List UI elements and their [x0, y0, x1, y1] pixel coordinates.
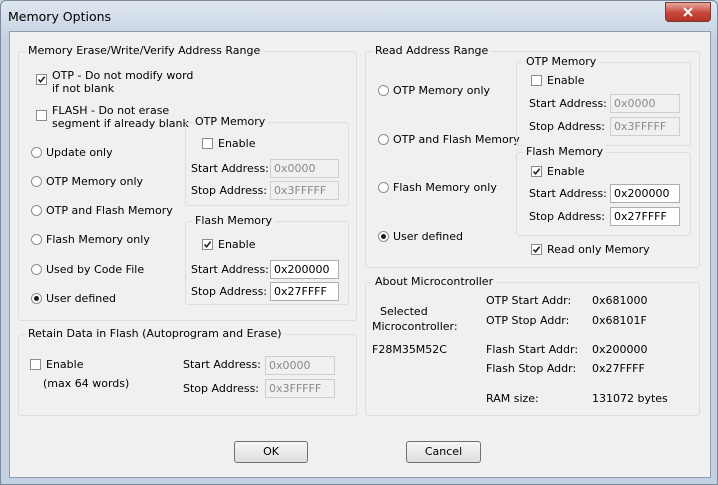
read-flash-enable-label: Enable: [547, 165, 585, 178]
checkmark-icon: [532, 246, 541, 254]
erase-flash-stop-field[interactable]: 0x27FFFF: [270, 282, 339, 301]
ram-size-value: 131072 bytes: [592, 392, 668, 405]
read-option-otp-flash-radio[interactable]: [378, 134, 389, 145]
checkmark-icon: [37, 76, 46, 84]
erase-option-update-only-radio[interactable]: [31, 147, 42, 158]
otp-start-addr-label: OTP Start Addr:: [486, 294, 572, 307]
read-option-user-defined-label: User defined: [393, 230, 463, 243]
memory-options-window: Memory Options Memory Erase/Write/Verify…: [0, 0, 718, 485]
read-only-memory-label: Read only Memory: [547, 243, 650, 256]
read-option-user-defined-radio[interactable]: [378, 231, 389, 242]
otp-no-modify-checkbox[interactable]: [36, 74, 47, 85]
erase-otp-stop-field[interactable]: 0x3FFFFF: [270, 181, 339, 200]
close-button[interactable]: [665, 2, 711, 22]
ok-button[interactable]: OK: [234, 441, 308, 463]
selected-label-line2: Microcontroller:: [372, 320, 458, 333]
flash-no-erase-checkbox[interactable]: [36, 110, 47, 121]
read-option-flash-only-label: Flash Memory only: [393, 181, 497, 194]
about-microcontroller-group-title: About Microcontroller: [372, 275, 497, 289]
erase-flash-enable-label: Enable: [218, 238, 256, 251]
read-option-otp-only-label: OTP Memory only: [393, 84, 491, 97]
flash-no-erase-label-line1: FLASH - Do not erase: [52, 104, 170, 117]
read-flash-enable-checkbox[interactable]: [531, 166, 542, 177]
cancel-button[interactable]: Cancel: [406, 441, 481, 463]
flash-stop-addr-value: 0x27FFFF: [592, 362, 645, 375]
read-otp-enable-label: Enable: [547, 74, 585, 87]
read-only-memory-checkbox[interactable]: [531, 244, 542, 255]
erase-range-group-title: Memory Erase/Write/Verify Address Range: [25, 44, 264, 58]
read-otp-stop-label: Stop Address:: [529, 120, 606, 133]
erase-flash-subgroup-title: Flash Memory: [192, 214, 276, 228]
read-otp-stop-field[interactable]: 0x3FFFFF: [610, 117, 680, 136]
erase-option-otp-only-radio[interactable]: [31, 176, 42, 187]
retain-enable-checkbox[interactable]: [30, 359, 41, 370]
erase-option-otp-flash-radio[interactable]: [31, 205, 42, 216]
close-icon: [683, 7, 693, 17]
window-title: Memory Options: [8, 9, 112, 24]
checkmark-icon: [203, 241, 212, 249]
erase-otp-enable-checkbox[interactable]: [202, 138, 213, 149]
erase-otp-start-field[interactable]: 0x0000: [270, 159, 339, 178]
read-flash-subgroup-title: Flash Memory: [523, 145, 607, 159]
erase-otp-start-label: Start Address:: [191, 162, 269, 175]
erase-option-otp-flash-label: OTP and Flash Memory: [46, 204, 173, 217]
otp-stop-addr-label: OTP Stop Addr:: [486, 314, 570, 327]
erase-otp-subgroup-title: OTP Memory: [192, 115, 269, 129]
retain-enable-label: Enable: [46, 358, 84, 371]
erase-option-update-only-label: Update only: [46, 146, 113, 159]
retain-data-group: Retain Data in Flash (Autoprogram and Er…: [18, 327, 357, 416]
erase-option-flash-only-radio[interactable]: [31, 234, 42, 245]
flash-stop-addr-label: Flash Stop Addr:: [486, 362, 577, 375]
read-otp-start-label: Start Address:: [529, 97, 607, 110]
otp-stop-addr-value: 0x68101F: [592, 314, 647, 327]
read-flash-start-field[interactable]: 0x200000: [610, 184, 680, 203]
dialog-client-area: Memory Erase/Write/Verify Address Range …: [9, 31, 711, 478]
checkmark-icon: [532, 168, 541, 176]
otp-no-modify-label-line1: OTP - Do not modify word: [52, 69, 194, 82]
erase-option-flash-only-label: Flash Memory only: [46, 233, 150, 246]
erase-otp-enable-label: Enable: [218, 137, 256, 150]
read-option-otp-flash-label: OTP and Flash Memory: [393, 133, 520, 146]
read-range-group-title: Read Address Range: [372, 44, 492, 58]
read-otp-subgroup-title: OTP Memory: [523, 55, 600, 69]
retain-note: (max 64 words): [43, 377, 130, 390]
title-bar[interactable]: Memory Options: [1, 1, 717, 31]
retain-start-field[interactable]: 0x0000: [265, 356, 335, 375]
flash-no-erase-label-line2: segment if already blank: [52, 117, 189, 130]
retain-start-label: Start Address:: [183, 358, 261, 371]
retain-stop-label: Stop Address:: [183, 382, 260, 395]
erase-option-code-file-radio[interactable]: [31, 264, 42, 275]
erase-flash-start-field[interactable]: 0x200000: [270, 260, 339, 279]
read-option-otp-only-radio[interactable]: [378, 85, 389, 96]
erase-option-user-defined-radio[interactable]: [31, 293, 42, 304]
ram-size-label: RAM size:: [486, 392, 539, 405]
read-otp-enable-checkbox[interactable]: [531, 75, 542, 86]
read-option-flash-only-radio[interactable]: [378, 182, 389, 193]
erase-flash-stop-label: Stop Address:: [191, 285, 268, 298]
retain-data-group-title: Retain Data in Flash (Autoprogram and Er…: [25, 327, 285, 341]
flash-start-addr-value: 0x200000: [592, 343, 648, 356]
device-name: F28M35M52C: [372, 343, 447, 356]
read-flash-stop-field[interactable]: 0x27FFFF: [610, 207, 680, 226]
otp-no-modify-label-line2: if not blank: [52, 82, 115, 95]
read-flash-start-label: Start Address:: [529, 187, 607, 200]
erase-option-user-defined-label: User defined: [46, 292, 116, 305]
read-otp-start-field[interactable]: 0x0000: [610, 94, 680, 113]
erase-option-otp-only-label: OTP Memory only: [46, 175, 144, 188]
retain-stop-field[interactable]: 0x3FFFFF: [265, 379, 335, 398]
erase-flash-enable-checkbox[interactable]: [202, 239, 213, 250]
otp-start-addr-value: 0x681000: [592, 294, 648, 307]
flash-start-addr-label: Flash Start Addr:: [486, 343, 579, 356]
erase-option-code-file-label: Used by Code File: [46, 263, 145, 276]
erase-otp-stop-label: Stop Address:: [191, 184, 268, 197]
read-flash-stop-label: Stop Address:: [529, 210, 606, 223]
selected-label-line1: Selected: [380, 305, 428, 318]
erase-flash-start-label: Start Address:: [191, 263, 269, 276]
